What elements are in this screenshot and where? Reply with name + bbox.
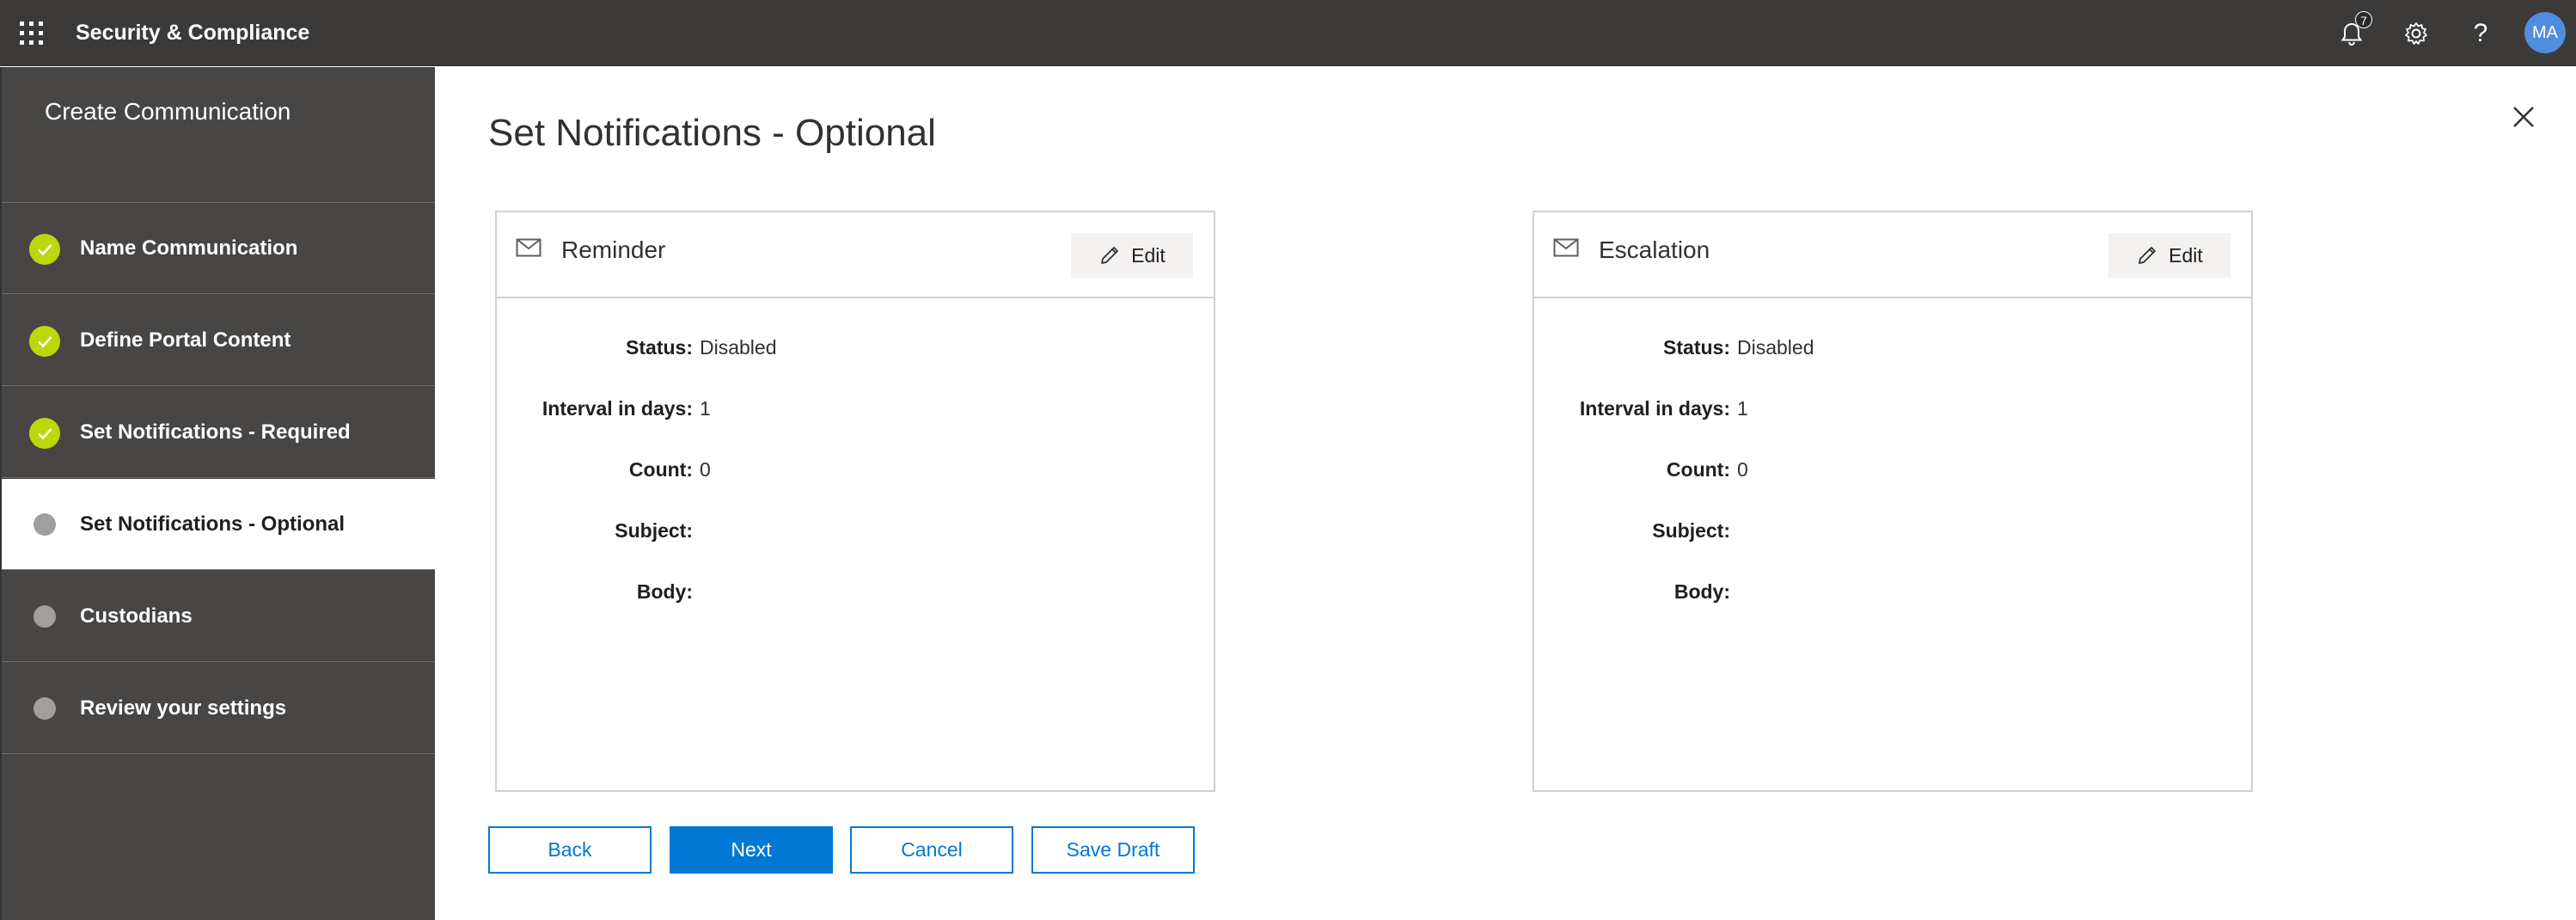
- help-icon: ?: [2473, 18, 2488, 47]
- wizard-step-custodians[interactable]: Custodians: [2, 571, 435, 662]
- wizard-step-label: Set Notifications - Optional: [80, 512, 346, 536]
- field-label: Subject:: [1652, 519, 1730, 542]
- app-title[interactable]: Security & Compliance: [76, 0, 309, 66]
- help-button[interactable]: ?: [2453, 0, 2508, 66]
- wizard-step-review-your-settings[interactable]: Review your settings: [2, 663, 435, 754]
- wizard-step-label: Set Notifications - Required: [80, 420, 351, 444]
- field-label: Body:: [636, 580, 693, 603]
- field-label: Status:: [626, 336, 693, 359]
- gear-icon: [2405, 21, 2427, 45]
- waffle-icon: [19, 21, 43, 45]
- completed-check-icon: [29, 234, 60, 265]
- field-subject: Subject:: [497, 513, 1214, 548]
- settings-button[interactable]: [2389, 0, 2444, 66]
- wizard-step-define-portal-content[interactable]: Define Portal Content: [2, 295, 435, 386]
- card-header: Escalation Edit: [1534, 212, 2251, 298]
- completed-check-icon: [29, 418, 60, 449]
- pencil-icon: [1101, 247, 1119, 264]
- card-header: Reminder Edit: [497, 212, 1214, 298]
- edit-escalation-button[interactable]: Edit: [2108, 233, 2230, 278]
- field-label: Count:: [1666, 458, 1730, 481]
- wizard-step-label: Name Communication: [80, 236, 298, 260]
- save-draft-button[interactable]: Save Draft: [1031, 826, 1195, 874]
- wizard-step-label: Custodians: [80, 604, 193, 628]
- notifications-button[interactable]: 7: [2324, 0, 2379, 66]
- wizard-sidebar: Create Communication Name Communication …: [0, 67, 435, 920]
- field-value: 0: [1737, 458, 1748, 481]
- pencil-icon: [2139, 247, 2157, 264]
- field-count: Count: 0: [1534, 452, 2251, 487]
- field-value: 1: [1737, 397, 1748, 420]
- field-status: Status: Disabled: [1534, 330, 2251, 365]
- field-interval: Interval in days: 1: [497, 391, 1214, 426]
- field-value: 1: [700, 397, 711, 420]
- escalation-card: Escalation Edit Status: Disabled Interva…: [1533, 211, 2253, 792]
- card-title: Escalation: [1599, 236, 1710, 263]
- field-label: Interval in days:: [1579, 397, 1730, 420]
- close-icon: [2513, 107, 2534, 127]
- field-label: Count:: [628, 458, 693, 481]
- mail-icon: [1553, 238, 1579, 257]
- edit-label: Edit: [2169, 243, 2203, 267]
- wizard-step-label: Review your settings: [80, 696, 287, 720]
- wizard-step-set-notifications-required[interactable]: Set Notifications - Required: [2, 387, 435, 478]
- app-launcher-button[interactable]: [0, 0, 62, 66]
- wizard-step-label: Define Portal Content: [80, 328, 291, 352]
- current-step-dot-icon: [34, 513, 56, 536]
- wizard-step-name-communication[interactable]: Name Communication: [2, 203, 435, 294]
- top-bar: Security & Compliance 7 ? MA: [0, 0, 2576, 66]
- field-label: Subject:: [615, 519, 693, 542]
- field-status: Status: Disabled: [497, 330, 1214, 365]
- cancel-button[interactable]: Cancel: [850, 826, 1013, 874]
- field-interval: Interval in days: 1: [1534, 391, 2251, 426]
- back-button[interactable]: Back: [488, 826, 652, 874]
- field-count: Count: 0: [497, 452, 1214, 487]
- field-label: Interval in days:: [542, 397, 693, 420]
- next-button[interactable]: Next: [670, 826, 833, 874]
- notification-count-badge: 7: [2355, 11, 2372, 28]
- wizard-title: Create Communication: [45, 98, 291, 125]
- field-label: Body:: [1673, 580, 1730, 603]
- page-title: Set Notifications - Optional: [488, 112, 936, 154]
- pending-step-dot-icon: [34, 697, 56, 720]
- avatar[interactable]: MA: [2524, 12, 2566, 53]
- field-value: Disabled: [1737, 336, 1814, 359]
- field-label: Status:: [1663, 336, 1730, 359]
- wizard-step-set-notifications-optional[interactable]: Set Notifications - Optional: [2, 479, 435, 570]
- field-body: Body:: [1534, 574, 2251, 609]
- field-subject: Subject:: [1534, 513, 2251, 548]
- pending-step-dot-icon: [34, 605, 56, 628]
- close-button[interactable]: [2506, 100, 2541, 134]
- edit-label: Edit: [1131, 243, 1166, 267]
- field-body: Body:: [497, 574, 1214, 609]
- mail-icon: [516, 238, 542, 257]
- card-title: Reminder: [561, 236, 666, 263]
- field-value: 0: [700, 458, 711, 481]
- edit-reminder-button[interactable]: Edit: [1071, 233, 1193, 278]
- reminder-card: Reminder Edit Status: Disabled Interval …: [495, 211, 1215, 792]
- completed-check-icon: [29, 326, 60, 357]
- field-value: Disabled: [700, 336, 777, 359]
